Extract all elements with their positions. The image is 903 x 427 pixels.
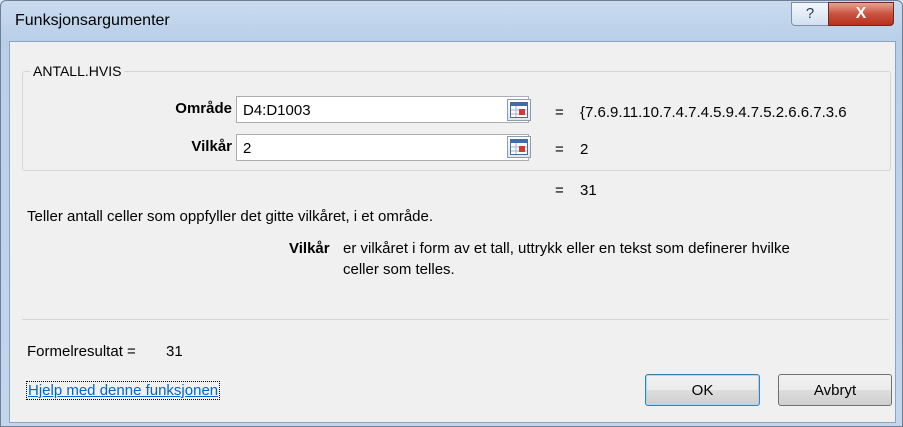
dialog-body: ANTALL.HVIS Område D4:D1003 = {7.6.9.11.… <box>9 41 896 423</box>
function-name-label: ANTALL.HVIS <box>30 63 125 79</box>
result-equals: = <box>555 182 564 199</box>
ok-button[interactable]: OK <box>645 374 760 406</box>
cancel-button[interactable]: Avbryt <box>778 374 892 406</box>
range-label: Område <box>175 100 232 117</box>
range-select-icon <box>510 102 528 118</box>
criteria-input[interactable]: 2 <box>236 134 529 161</box>
range-evaluated-value: {7.6.9.11.10.7.4.7.4.5.9.4.7.5.2.6.6.7.3… <box>580 104 847 121</box>
close-button[interactable]: X <box>828 2 894 26</box>
range-input[interactable]: D4:D1003 <box>236 96 529 123</box>
range-select-icon <box>510 139 528 155</box>
criteria-collapse-button[interactable] <box>507 136 531 158</box>
dialog-title: Funksjonsargumenter <box>15 12 170 29</box>
divider <box>22 319 889 320</box>
arg-help-text-line1: er vilkåret i form av et tall, uttrykk e… <box>343 240 790 257</box>
range-collapse-button[interactable] <box>507 99 531 121</box>
criteria-evaluated-value: 2 <box>580 141 589 158</box>
title-bar[interactable]: Funksjonsargumenter ? X <box>1 1 902 41</box>
function-description: Teller antall celler som oppfyller det g… <box>27 208 434 225</box>
formula-result-value: 31 <box>166 343 183 360</box>
formula-result-label: Formelresultat = <box>27 343 136 360</box>
result-value: 31 <box>580 182 597 199</box>
arg-help-name: Vilkår <box>289 240 330 257</box>
function-arguments-dialog: Funksjonsargumenter ? X ANTALL.HVIS Områ… <box>0 0 903 427</box>
criteria-label: Vilkår <box>191 138 232 155</box>
arg-help-text-line2: celler som telles. <box>343 261 455 278</box>
question-mark-icon: ? <box>805 5 815 22</box>
range-equals: = <box>555 104 564 121</box>
criteria-equals: = <box>555 141 564 158</box>
close-icon: X <box>855 5 867 22</box>
help-link[interactable]: Hjelp med denne funksjonen <box>25 381 221 400</box>
help-button[interactable]: ? <box>791 2 829 26</box>
